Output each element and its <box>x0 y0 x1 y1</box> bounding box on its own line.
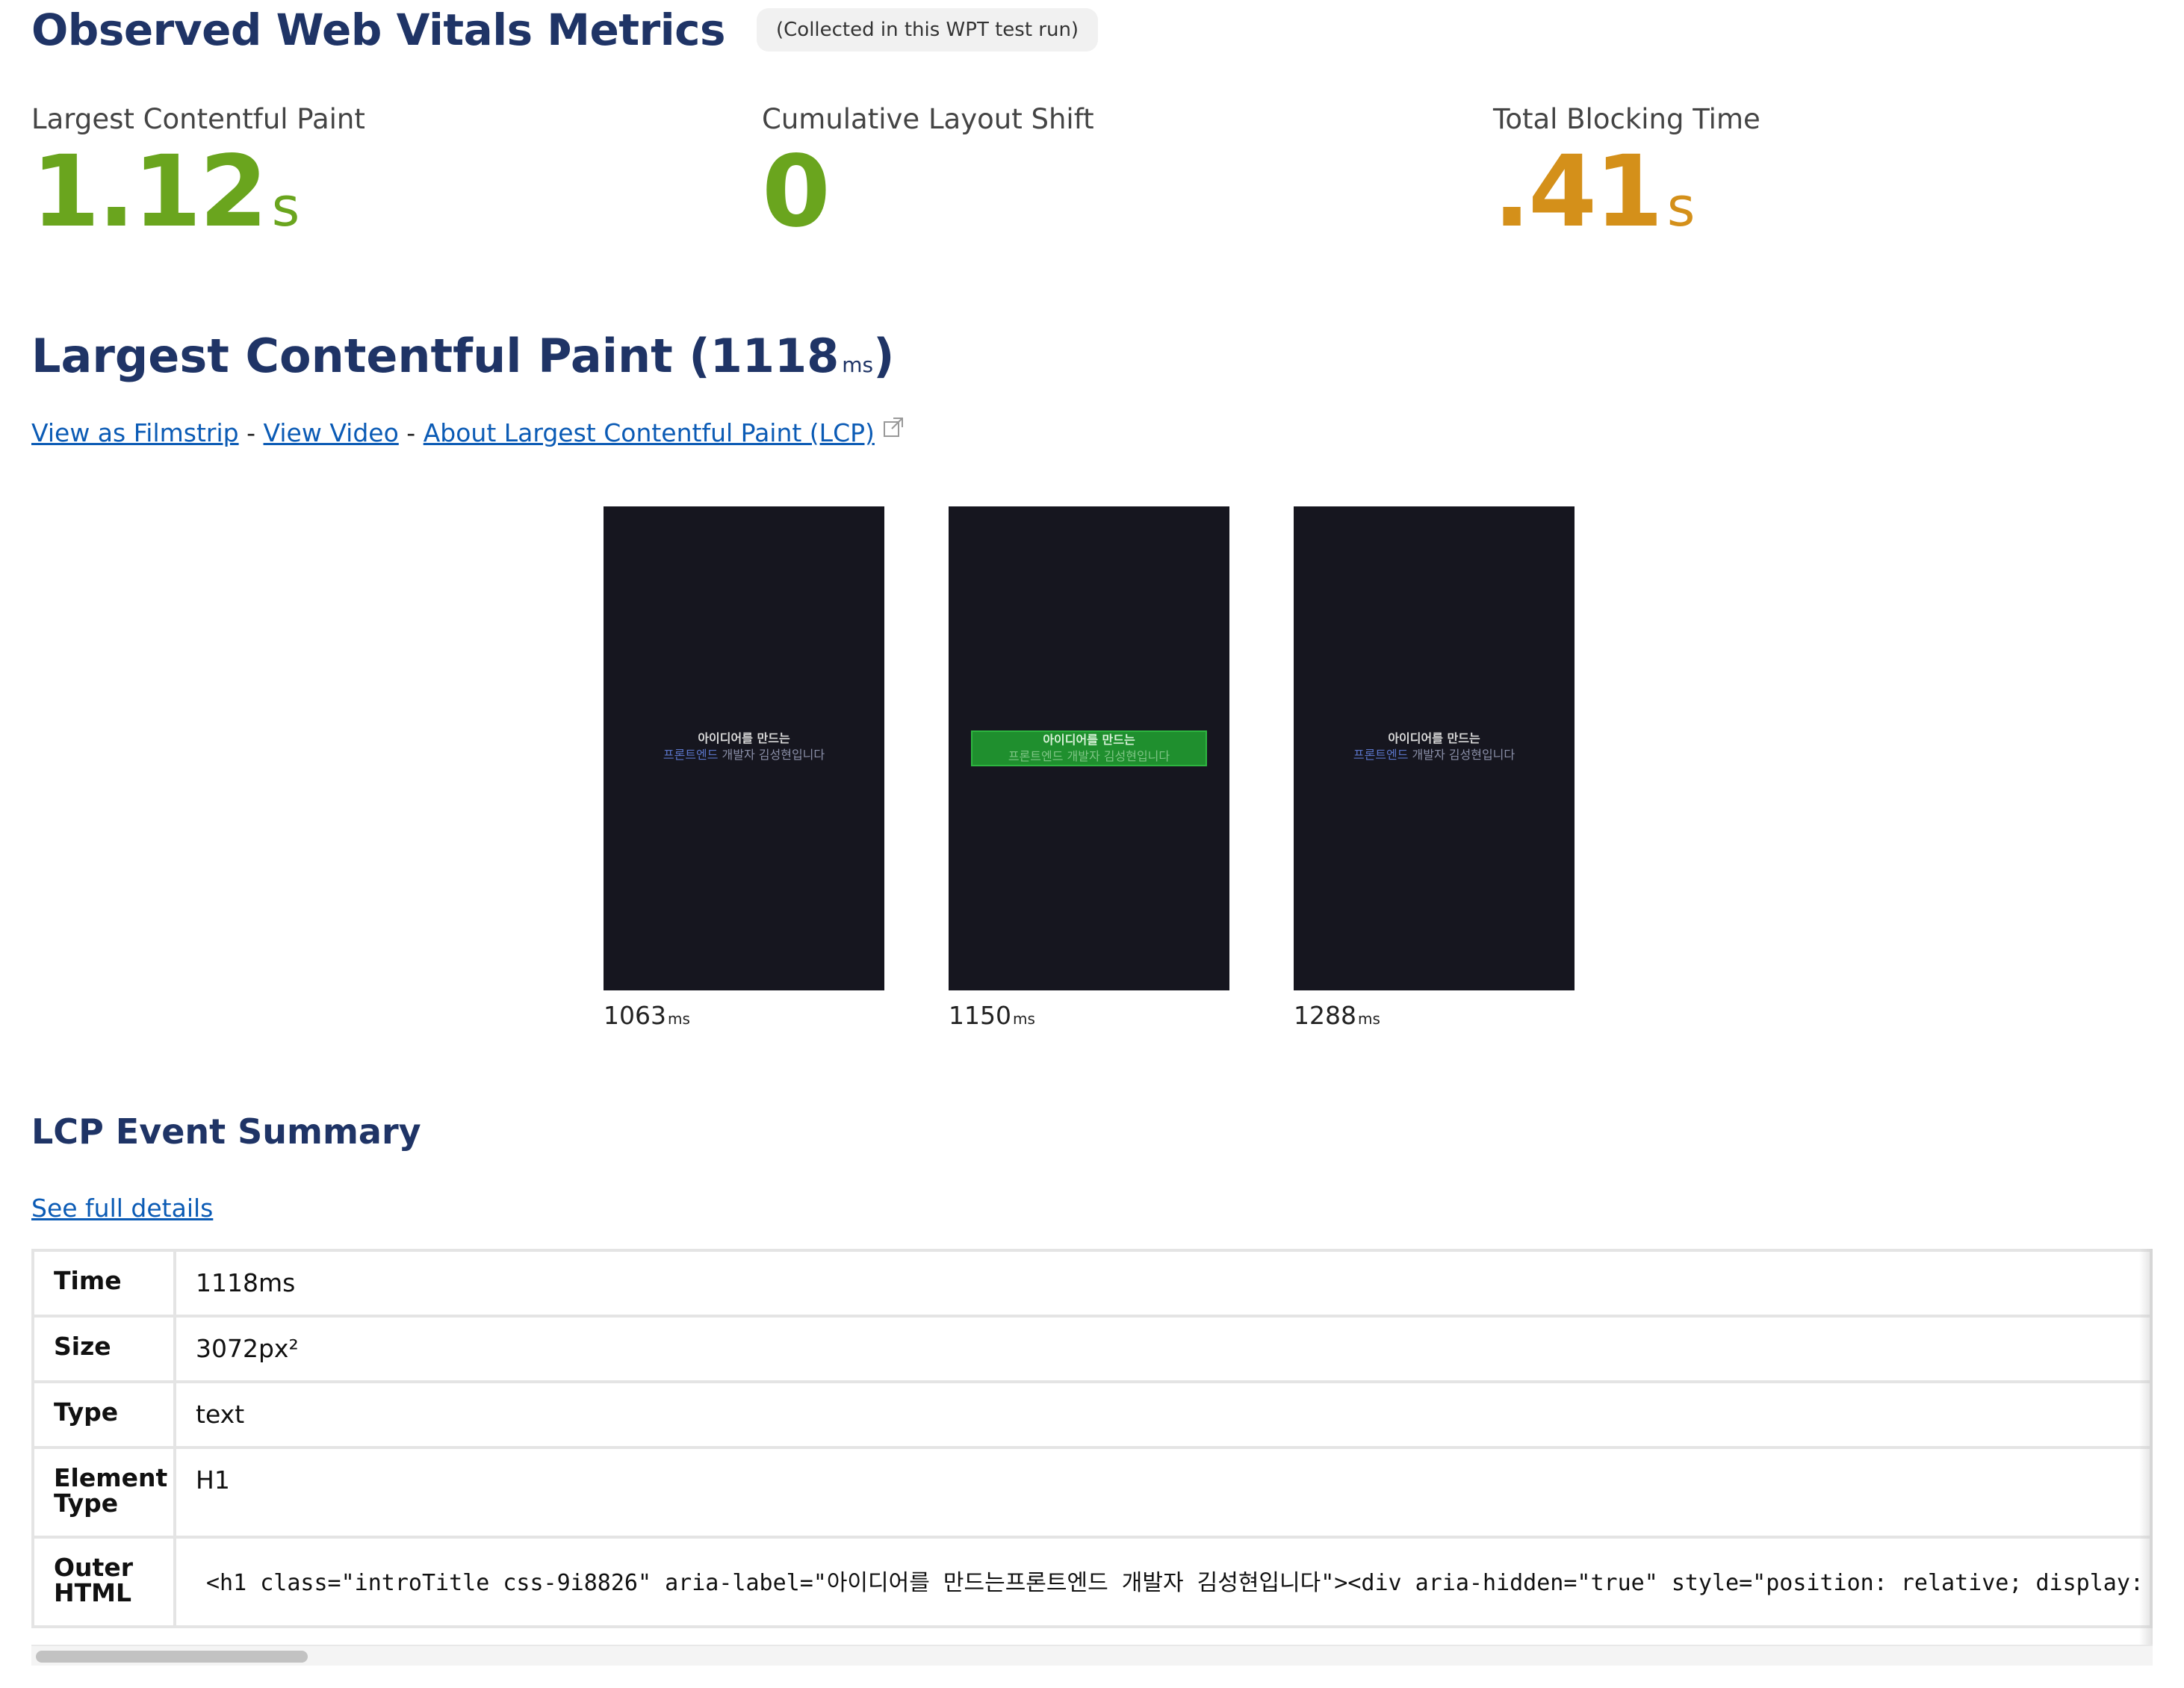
metric-label: Largest Contentful Paint <box>31 103 365 135</box>
lcp-highlight-box: 아이디어를 만드는 프론트엔드 개발자 김성현입니다 <box>971 730 1207 766</box>
page-title: Observed Web Vitals Metrics <box>31 4 725 55</box>
frame-timestamp: 1150 ms <box>949 1001 1229 1030</box>
header: Observed Web Vitals Metrics (Collected i… <box>31 0 1099 60</box>
horizontal-scrollbar[interactable] <box>31 1645 2153 1666</box>
metric-unit: s <box>1666 176 1696 238</box>
filmstrip-frame[interactable]: 아이디어를 만드는 프론트엔드 개발자 김성현입니다 1288 ms <box>1294 506 1575 1030</box>
frame-time-value: 1063 <box>604 1001 666 1030</box>
row-value: 1118ms <box>173 1249 2153 1318</box>
hero-line-1: 아이디어를 만드는 <box>1388 731 1480 745</box>
row-value: H1 <box>173 1446 2153 1539</box>
frame-time-unit: ms <box>1357 1010 1380 1028</box>
frame-screenshot: 아이디어를 만드는 프론트엔드 개발자 김성현입니다 <box>949 506 1229 990</box>
see-full-details-link[interactable]: See full details <box>31 1194 213 1223</box>
frame-time-value: 1150 <box>949 1001 1011 1030</box>
page: Observed Web Vitals Metrics (Collected i… <box>0 0 2184 1688</box>
lcp-summary-heading: LCP Event Summary <box>31 1111 421 1152</box>
frame-hero-text: 아이디어를 만드는 프론트엔드 개발자 김성현입니다 <box>1316 730 1552 763</box>
frame-time-unit: ms <box>667 1010 690 1028</box>
link-separator: - <box>406 418 416 447</box>
table-row: Element Type H1 <box>31 1446 2153 1539</box>
hero-accent: 프론트엔드 <box>1008 749 1064 763</box>
metric-lcp: Largest Contentful Paint 1.12 s <box>31 103 365 241</box>
metric-label: Cumulative Layout Shift <box>762 103 1094 135</box>
table-row: Type text <box>31 1380 2153 1449</box>
metric-number: 1.12 <box>31 134 268 249</box>
table-row: Size 3072px² <box>31 1315 2153 1383</box>
row-key: Size <box>31 1315 176 1383</box>
row-key: Type <box>31 1380 176 1449</box>
collection-note-badge: (Collected in this WPT test run) <box>756 8 1099 52</box>
metric-number: 0 <box>762 134 831 249</box>
hero-rest: 개발자 김성현입니다 <box>1408 748 1516 762</box>
lcp-section-heading: Largest Contentful Paint (1118 ms) <box>31 329 894 383</box>
metrics-summary: Largest Contentful Paint 1.12 s Cumulativ… <box>31 103 2145 252</box>
frame-timestamp: 1288 ms <box>1294 1001 1575 1030</box>
lcp-heading-prefix: Largest Contentful Paint ( <box>31 329 710 383</box>
hero-rest: 개발자 김성현입니다 <box>1063 749 1170 763</box>
external-link-icon <box>882 415 905 438</box>
metric-value: 1.12 s <box>31 143 365 241</box>
hero-line-2: 프론트엔드 개발자 김성현입니다 <box>972 748 1206 765</box>
view-filmstrip-link[interactable]: View as Filmstrip <box>31 418 239 447</box>
metric-tbt: Total Blocking Time .41 s <box>1493 103 1760 241</box>
lcp-links: View as Filmstrip - View Video - About L… <box>31 415 905 447</box>
metric-cls: Cumulative Layout Shift 0 <box>762 103 1094 241</box>
scroll-shadow <box>2139 1249 2153 1645</box>
lcp-summary-table: Time 1118ms Size 3072px² Type text Eleme… <box>31 1249 2153 1628</box>
link-separator: - <box>246 418 256 447</box>
row-value: 3072px² <box>173 1315 2153 1383</box>
hero-accent: 프론트엔드 <box>1353 748 1409 762</box>
hero-line-2: 프론트엔드 개발자 김성현입니다 <box>626 747 862 763</box>
frame-time-value: 1288 <box>1294 1001 1356 1030</box>
metric-number: .41 <box>1493 134 1663 249</box>
summary-table-scroll[interactable]: Time 1118ms Size 3072px² Type text Eleme… <box>31 1249 2153 1666</box>
lcp-heading-value: 1118 <box>710 329 840 383</box>
lcp-heading-unit: ms <box>842 353 874 377</box>
metric-value: 0 <box>762 143 1094 241</box>
frame-screenshot: 아이디어를 만드는 프론트엔드 개발자 김성현입니다 <box>1294 506 1575 990</box>
frame-timestamp: 1063 ms <box>604 1001 884 1030</box>
metric-label: Total Blocking Time <box>1493 103 1760 135</box>
table-row: Outer HTML <h1 class="introTitle css-9i8… <box>31 1536 2153 1628</box>
frame-hero-text: 아이디어를 만드는 프론트엔드 개발자 김성현입니다 <box>626 730 862 763</box>
hero-rest: 개발자 김성현입니다 <box>718 748 825 762</box>
outer-html-code: <h1 class="introTitle css-9i8826" aria-l… <box>173 1536 2153 1628</box>
hero-line-1: 아이디어를 만드는 <box>698 731 790 745</box>
row-key: Outer HTML <box>31 1536 176 1628</box>
hero-line-2: 프론트엔드 개발자 김성현입니다 <box>1316 747 1552 763</box>
view-video-link[interactable]: View Video <box>264 418 399 447</box>
frame-screenshot: 아이디어를 만드는 프론트엔드 개발자 김성현입니다 <box>604 506 884 990</box>
filmstrip-frame[interactable]: 아이디어를 만드는 프론트엔드 개발자 김성현입니다 1063 ms <box>604 506 884 1030</box>
about-lcp-link[interactable]: About Largest Contentful Paint (LCP) <box>424 418 875 447</box>
table-row: Time 1118ms <box>31 1249 2153 1318</box>
metric-unit: s <box>271 176 300 238</box>
hero-accent: 프론트엔드 <box>663 748 719 762</box>
scrollbar-thumb[interactable] <box>36 1651 308 1663</box>
metric-value: .41 s <box>1493 143 1760 241</box>
filmstrip-frame-lcp[interactable]: 아이디어를 만드는 프론트엔드 개발자 김성현입니다 1150 ms <box>949 506 1229 1030</box>
row-key: Element Type <box>31 1446 176 1539</box>
hero-line-1: 아이디어를 만드는 <box>1043 733 1135 747</box>
lcp-heading-suffix: ) <box>873 329 895 383</box>
row-value: text <box>173 1380 2153 1449</box>
row-key: Time <box>31 1249 176 1318</box>
frame-time-unit: ms <box>1012 1010 1035 1028</box>
